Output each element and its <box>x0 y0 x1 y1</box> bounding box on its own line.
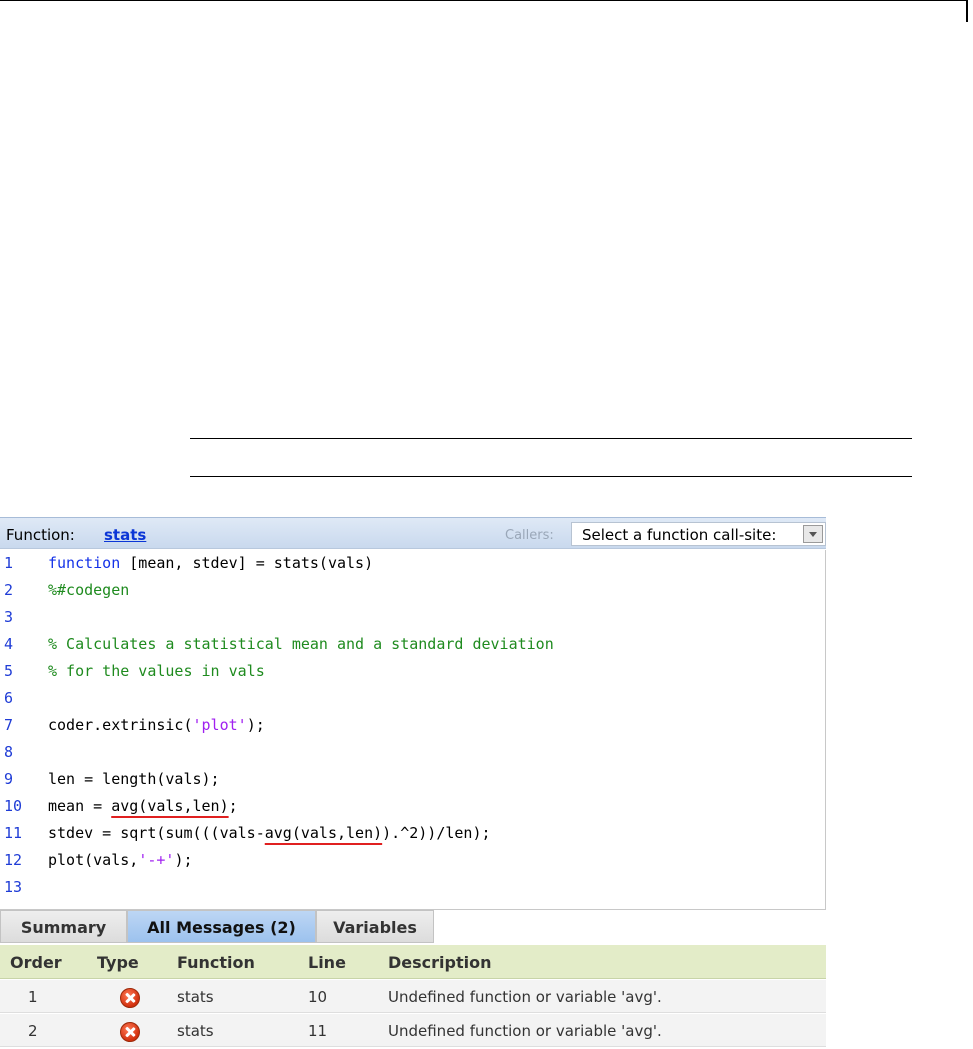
function-header-bar: Function: stats Callers: Select a functi… <box>0 517 826 549</box>
line-number: 1 <box>4 554 14 572</box>
line-number: 8 <box>4 743 14 761</box>
report-tabs: Summary All Messages (2) Variables <box>0 910 826 943</box>
code-token: mean = <box>48 797 112 815</box>
code-line: 1 function [mean, stdev] = stats(vals) <box>0 550 826 577</box>
string-token: 'plot' <box>192 716 247 734</box>
code-line: 2 %#codegen <box>0 577 826 604</box>
tab-summary[interactable]: Summary <box>0 910 127 943</box>
line-number: 5 <box>4 662 14 680</box>
code-text: function [mean, stdev] = stats(vals) <box>48 554 373 572</box>
column-header-function[interactable]: Function <box>177 953 255 972</box>
error-icon <box>120 1022 140 1042</box>
line-number: 6 <box>4 689 14 707</box>
cell-function: stats <box>177 1022 214 1040</box>
code-line: 13 <box>0 874 826 901</box>
line-number: 12 <box>4 851 23 869</box>
callers-label: Callers: <box>505 528 554 543</box>
error-icon <box>120 988 140 1008</box>
code-line: 7 coder.extrinsic('plot'); <box>0 712 826 739</box>
callsite-select[interactable]: Select a function call-site: <box>571 522 826 546</box>
keyword-token: function <box>48 554 121 572</box>
table-row[interactable]: 2 stats 11 Undefined function or variabl… <box>0 1014 826 1047</box>
code-text: mean = avg(vals,len); <box>48 797 238 815</box>
function-name-link[interactable]: stats <box>104 526 146 544</box>
cell-order: 1 <box>28 988 38 1006</box>
code-text: stdev = sqrt(sum(((vals-avg(vals,len)).^… <box>48 824 491 842</box>
line-number: 13 <box>4 878 23 896</box>
code-line: 5 % for the values in vals <box>0 658 826 685</box>
table-row[interactable]: 1 stats 10 Undefined function or variabl… <box>0 980 826 1013</box>
function-label: Function: <box>6 526 75 544</box>
code-line: 8 <box>0 739 826 766</box>
column-header-description[interactable]: Description <box>388 953 491 972</box>
code-line: 3 <box>0 604 826 631</box>
cell-order: 2 <box>28 1022 38 1040</box>
comment-text: % Calculates a statistical mean and a st… <box>48 635 554 653</box>
column-header-type[interactable]: Type <box>97 953 139 972</box>
column-header-order[interactable]: Order <box>10 953 62 972</box>
code-line: 4 % Calculates a statistical mean and a … <box>0 631 826 658</box>
callsite-select-value: Select a function call-site: <box>582 526 777 544</box>
code-token: [mean, stdev] = stats(vals) <box>120 554 374 572</box>
string-token: '-+' <box>138 851 175 869</box>
line-number: 9 <box>4 770 14 788</box>
section-rule-top <box>190 438 912 439</box>
code-text: len = length(vals); <box>48 770 220 788</box>
table-header: Order Type Function Line Description <box>0 945 826 979</box>
code-token: stdev = sqrt(sum(((vals- <box>48 824 265 842</box>
code-text: plot(vals,'-+'); <box>48 851 193 869</box>
code-line: 9 len = length(vals); <box>0 766 826 793</box>
cell-description: Undefined function or variable 'avg'. <box>388 988 662 1006</box>
code-view: 1 function [mean, stdev] = stats(vals) 2… <box>0 550 826 910</box>
cell-line: 10 <box>308 988 328 1006</box>
comment-text: %#codegen <box>48 581 130 599</box>
code-token: ).^2))/len); <box>382 824 491 842</box>
code-generation-report-panel: Function: stats Callers: Select a functi… <box>0 517 826 1049</box>
error-highlight[interactable]: avg(vals,len) <box>265 824 382 842</box>
code-line: 12 plot(vals,'-+'); <box>0 847 826 874</box>
tab-variables[interactable]: Variables <box>316 910 434 943</box>
line-number: 4 <box>4 635 14 653</box>
code-token: coder.extrinsic( <box>48 716 193 734</box>
cell-function: stats <box>177 988 214 1006</box>
chevron-down-icon[interactable] <box>803 525 823 543</box>
cell-description: Undefined function or variable 'avg'. <box>388 1022 662 1040</box>
tab-all-messages[interactable]: All Messages (2) <box>127 910 316 943</box>
column-header-line[interactable]: Line <box>308 953 346 972</box>
line-number: 7 <box>4 716 14 734</box>
page-top-rule <box>0 0 966 1</box>
code-token: ); <box>174 851 193 869</box>
code-line: 10 mean = avg(vals,len); <box>0 793 826 820</box>
cell-line: 11 <box>308 1022 328 1040</box>
code-token: ; <box>228 797 238 815</box>
code-token: plot(vals, <box>48 851 139 869</box>
code-line: 11 stdev = sqrt(sum(((vals-avg(vals,len)… <box>0 820 826 847</box>
line-number: 11 <box>4 824 23 842</box>
code-line: 6 <box>0 685 826 712</box>
code-token: ); <box>246 716 265 734</box>
line-number: 3 <box>4 608 14 626</box>
error-highlight[interactable]: avg(vals,len) <box>111 797 228 815</box>
line-number: 2 <box>4 581 14 599</box>
comment-text: % for the values in vals <box>48 662 265 680</box>
code-text: coder.extrinsic('plot'); <box>48 716 265 734</box>
page-corner-tick <box>966 0 968 22</box>
line-number: 10 <box>4 797 23 815</box>
section-rule-bottom <box>190 476 912 477</box>
